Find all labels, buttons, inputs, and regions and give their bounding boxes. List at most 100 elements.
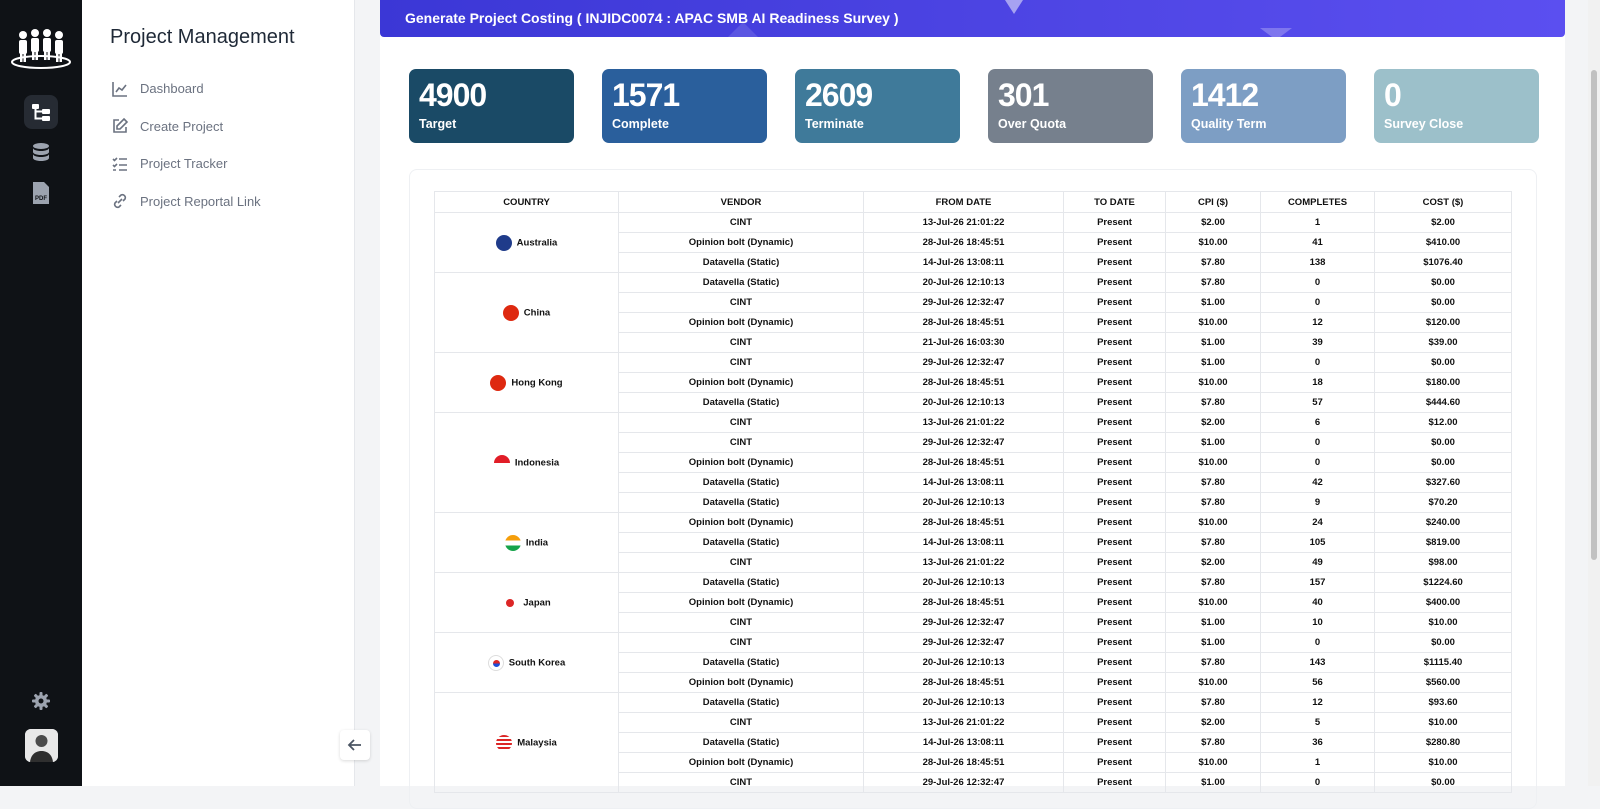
country-cell: China — [434, 272, 619, 353]
completes-cell: 143 — [1260, 652, 1375, 673]
southkorea-flag-icon — [487, 654, 504, 671]
vendor-cell: Datavella (Static) — [618, 252, 864, 273]
arrow-left-icon — [347, 739, 361, 751]
completes-cell: 49 — [1260, 552, 1375, 573]
settings-button[interactable] — [24, 684, 58, 718]
vendor-cell: Datavella (Static) — [618, 732, 864, 753]
completes-cell: 36 — [1260, 732, 1375, 753]
cost-cell: $560.00 — [1374, 672, 1512, 693]
costing-panel: COUNTRY VENDOR FROM DATE TO DATE CPI ($)… — [409, 169, 1537, 809]
link-icon — [113, 194, 127, 209]
hierarchy-nav-button[interactable] — [24, 95, 58, 129]
pdf-nav-button[interactable]: PDF — [24, 176, 58, 210]
nav-item-reportal-link[interactable]: Project Reportal Link — [110, 183, 261, 221]
column-header: CPI ($) — [1165, 191, 1261, 213]
cost-cell: $280.80 — [1374, 732, 1512, 753]
vendor-cell: Opinion bolt (Dynamic) — [618, 312, 864, 333]
cpi-cell: $7.80 — [1165, 252, 1261, 273]
completes-cell: 105 — [1260, 532, 1375, 553]
completes-cell: 1 — [1260, 212, 1375, 233]
to-date-cell: Present — [1063, 332, 1166, 353]
vendor-cell: CINT — [618, 212, 864, 233]
stat-label: Target — [419, 117, 457, 131]
from-date-cell: 28-Jul-26 18:45:51 — [863, 592, 1064, 613]
sidebar-title: Project Management — [110, 26, 295, 48]
cpi-cell: $1.00 — [1165, 432, 1261, 453]
to-date-cell: Present — [1063, 512, 1166, 533]
australia-flag-icon — [495, 234, 512, 251]
cpi-cell: $1.00 — [1165, 332, 1261, 353]
country-name: South Korea — [508, 657, 566, 669]
nav-item-create-project[interactable]: Create Project — [110, 108, 261, 146]
from-date-cell: 29-Jul-26 12:32:47 — [863, 432, 1064, 453]
completes-cell: 12 — [1260, 692, 1375, 713]
to-date-cell: Present — [1063, 272, 1166, 293]
vendor-cell: CINT — [618, 332, 864, 353]
nav-item-label: Dashboard — [140, 81, 204, 97]
stat-label: Survey Close — [1384, 117, 1464, 131]
india-flag-icon — [504, 534, 521, 551]
nav-item-dashboard[interactable]: Dashboard — [110, 70, 261, 108]
to-date-cell: Present — [1063, 212, 1166, 233]
vendor-cell: Opinion bolt (Dynamic) — [618, 592, 864, 613]
completes-cell: 6 — [1260, 412, 1375, 433]
to-date-cell: Present — [1063, 292, 1166, 313]
from-date-cell: 28-Jul-26 18:45:51 — [863, 312, 1064, 333]
table-row: Australia CINT 13-Jul-26 21:01:22 Present $2… — [434, 212, 1512, 273]
country-cell: Indonesia — [434, 412, 619, 513]
cpi-cell: $10.00 — [1165, 312, 1261, 333]
page-banner: Generate Project Costing ( INJIDC0074 : … — [380, 0, 1565, 37]
user-avatar[interactable] — [25, 729, 58, 762]
completes-cell: 41 — [1260, 232, 1375, 253]
collapse-sidebar-button[interactable] — [340, 730, 370, 760]
cpi-cell: $10.00 — [1165, 752, 1261, 773]
completes-cell: 42 — [1260, 472, 1375, 493]
cost-cell: $444.60 — [1374, 392, 1512, 413]
cost-cell: $10.00 — [1374, 712, 1512, 733]
vendor-cell: Opinion bolt (Dynamic) — [618, 752, 864, 773]
indonesia-flag-icon — [493, 454, 510, 471]
nav-item-project-tracker[interactable]: Project Tracker — [110, 145, 261, 183]
to-date-cell: Present — [1063, 612, 1166, 633]
to-date-cell: Present — [1063, 752, 1166, 773]
to-date-cell: Present — [1063, 232, 1166, 253]
database-nav-button[interactable] — [24, 136, 58, 170]
cost-cell: $0.00 — [1374, 272, 1512, 293]
cost-cell: $93.60 — [1374, 692, 1512, 713]
svg-text:PDF: PDF — [35, 196, 47, 202]
page-scrollbar[interactable] — [1588, 0, 1600, 786]
country-name: Hong Kong — [511, 377, 563, 389]
vendor-cell: CINT — [618, 552, 864, 573]
completes-cell: 9 — [1260, 492, 1375, 513]
from-date-cell: 29-Jul-26 12:32:47 — [863, 352, 1064, 373]
flag-dot — [506, 598, 515, 607]
cpi-cell: $7.80 — [1165, 732, 1261, 753]
to-date-cell: Present — [1063, 732, 1166, 753]
from-date-cell: 20-Jul-26 12:10:13 — [863, 572, 1064, 593]
cpi-cell: $1.00 — [1165, 352, 1261, 373]
completes-cell: 57 — [1260, 392, 1375, 413]
from-date-cell: 14-Jul-26 13:08:11 — [863, 252, 1064, 273]
country-cell: South Korea — [434, 632, 619, 693]
from-date-cell: 29-Jul-26 12:32:47 — [863, 632, 1064, 653]
vendor-cell: CINT — [618, 632, 864, 653]
vendor-cell: CINT — [618, 712, 864, 733]
table-row: China Datavella (Static) 20-Jul-26 12:10:1… — [434, 272, 1512, 353]
to-date-cell: Present — [1063, 352, 1166, 373]
to-date-cell: Present — [1063, 472, 1166, 493]
cpi-cell: $10.00 — [1165, 672, 1261, 693]
country-cell: Hong Kong — [434, 352, 619, 413]
pdf-file-icon: PDF — [33, 182, 49, 204]
stat-value: 2609 — [805, 77, 873, 113]
scrollbar-thumb[interactable] — [1591, 70, 1597, 560]
flag-emblem — [492, 659, 500, 667]
user-photo-icon — [25, 729, 58, 762]
stat-card-target: 4900 Target — [409, 69, 574, 143]
table-row: Hong Kong CINT 29-Jul-26 12:32:47 Present $1… — [434, 352, 1512, 413]
chart-icon — [112, 81, 127, 97]
completes-cell: 5 — [1260, 712, 1375, 733]
cpi-cell: $1.00 — [1165, 632, 1261, 653]
from-date-cell: 28-Jul-26 18:45:51 — [863, 232, 1064, 253]
sidebar: Project Management Dashboard Create Proj… — [82, 0, 355, 786]
completes-cell: 138 — [1260, 252, 1375, 273]
